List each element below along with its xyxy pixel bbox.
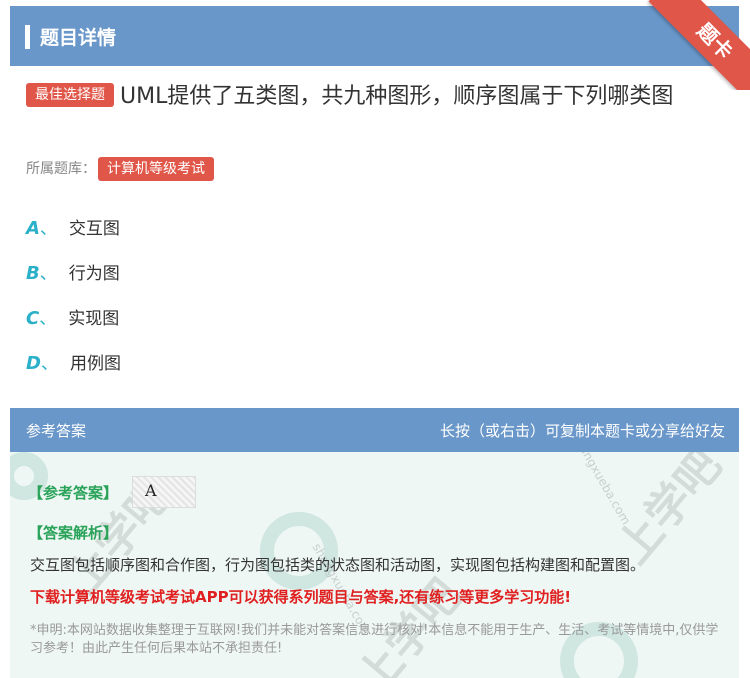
page-title: 题目详情: [40, 27, 117, 49]
share-hint: 长按（或右击）可复制本题卡或分享给好友: [439, 422, 725, 440]
watermark-url: shangxueba.com: [569, 452, 634, 528]
answer-body: 上学吧 上学吧 上学吧 shangxueba.com shangxueba.co…: [10, 452, 739, 678]
question-text: UML提供了五类图，共九种图形，顺序图属于下列哪类图: [120, 84, 674, 109]
question-bank-label: 所属题库：: [26, 161, 96, 177]
option-d[interactable]: D、 用例图: [26, 349, 121, 374]
option-b[interactable]: B、 行为图: [26, 259, 120, 284]
option-text: 用例图: [69, 354, 121, 374]
disclaimer-text: *申明:本网站数据收集整理于互联网!我们并未能对答案信息进行核对!本信息不能用于…: [30, 623, 719, 656]
option-c[interactable]: C、 实现图: [26, 304, 119, 329]
option-text: 行为图: [68, 264, 120, 284]
option-letter: B: [26, 263, 40, 284]
corner-ribbon-label: 题卡: [648, 0, 750, 90]
reference-answer-image: A: [132, 476, 196, 508]
question-bank: 所属题库： 计算机等级考试: [26, 157, 214, 181]
analysis-label: 【答案解析】: [28, 524, 119, 542]
option-text: 交互图: [68, 219, 120, 239]
app-download-promo[interactable]: 下载计算机等级考试考试APP可以获得系列题目与答案,还有练习等更多学习功能!: [30, 586, 571, 607]
option-a[interactable]: A、 交互图: [26, 214, 120, 239]
answer-header: 参考答案 长按（或右击）可复制本题卡或分享给好友: [10, 408, 739, 452]
question-block: 最佳选择题 UML提供了五类图，共九种图形，顺序图属于下列哪类图: [26, 78, 726, 116]
reference-answer-label: 【参考答案】: [28, 484, 119, 502]
option-letter: A: [26, 218, 40, 239]
page-header: 题目详情: [10, 6, 739, 66]
option-text: 实现图: [68, 309, 120, 329]
question-bank-tag[interactable]: 计算机等级考试: [98, 157, 214, 181]
corner-ribbon: 题卡: [640, 0, 750, 90]
analysis-text: 交互图包括顺序图和合作图，行为图包括类的状态图和活动图，实现图包括构建图和配置图…: [30, 556, 646, 574]
answer-section-title: 参考答案: [26, 422, 87, 440]
option-letter: C: [26, 308, 40, 329]
option-letter: D: [26, 353, 41, 374]
question-type-badge: 最佳选择题: [26, 83, 114, 107]
reference-answer-value: A: [145, 481, 157, 500]
header-accent-bar: [25, 25, 30, 49]
